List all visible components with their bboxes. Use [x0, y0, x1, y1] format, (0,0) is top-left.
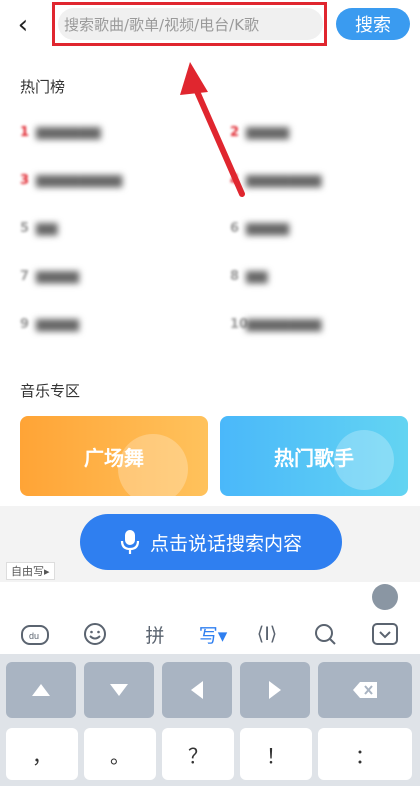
voice-button-label: 点击说话搜索内容 [149, 532, 302, 555]
microphone-icon [120, 530, 140, 554]
list-item[interactable]: 6 ▆▆▆▆ [230, 216, 420, 240]
back-icon[interactable]: ‹ [12, 10, 34, 40]
blurred-title: ▆▆▆▆▆▆▆ [246, 172, 322, 188]
rank-badge: 2 [230, 124, 240, 140]
svg-text:du: du [29, 631, 39, 641]
blurred-title: ▆▆▆▆▆▆▆ [246, 316, 322, 332]
card-label: 广场舞 [84, 445, 144, 470]
hot-list: 1 ▆▆▆▆▆▆ 2 ▆▆▆▆ 3 ▆▆▆▆▆▆▆▆ 4 ▆▆▆▆▆▆▆ 5 ▆▆ 6 ▆▆… [20, 120, 410, 360]
exclaim-key[interactable]: ！ [240, 728, 312, 780]
pinyin-key[interactable]: 拼 [136, 620, 174, 648]
blurred-title: ▆▆ [36, 220, 58, 236]
rank-badge: 9 [20, 316, 30, 332]
comma-key[interactable]: ， [6, 728, 78, 780]
search-button[interactable]: 搜索 [336, 8, 410, 40]
music-zone-title: 音乐专区 [20, 382, 81, 400]
hot-singer-card[interactable]: 热门歌手 [220, 416, 408, 496]
blurred-title: ▆▆▆▆▆▆▆▆ [36, 172, 123, 188]
blurred-title: ▆▆▆▆ [246, 220, 290, 236]
up-arrow-key[interactable] [6, 662, 76, 718]
down-arrow-key[interactable] [84, 662, 154, 718]
free-write-tag[interactable]: 自由写▸ [6, 562, 55, 580]
list-item[interactable]: 5 ▆▆ [20, 216, 210, 240]
right-arrow-key[interactable] [240, 662, 310, 718]
list-item[interactable]: 9 ▆▆▆▆ [20, 312, 210, 336]
collapse-keyboard-icon[interactable] [366, 620, 404, 648]
square-dance-card[interactable]: 广场舞 [20, 416, 208, 496]
list-item[interactable]: 3 ▆▆▆▆▆▆▆▆ [20, 168, 210, 192]
list-item[interactable]: 8 ▆▆ [230, 264, 420, 288]
list-item[interactable]: 10 ▆▆▆▆▆▆▆ [230, 312, 420, 336]
question-key[interactable]: ？ [162, 728, 234, 780]
period-key[interactable]: 。 [84, 728, 156, 780]
emoji-icon[interactable] [76, 620, 114, 648]
left-arrow-key[interactable] [162, 662, 232, 718]
blurred-title: ▆▆▆▆▆▆ [36, 124, 101, 140]
cursor-icon[interactable]: ⟨I⟩ [248, 620, 286, 648]
search-icon[interactable] [306, 620, 344, 648]
list-item[interactable]: 1 ▆▆▆▆▆▆ [20, 120, 210, 144]
blurred-title: ▆▆▆▆ [246, 124, 290, 140]
backspace-key[interactable] [318, 662, 412, 718]
rank-badge: 8 [230, 268, 240, 284]
assistant-icon[interactable] [372, 584, 398, 610]
list-item[interactable]: 4 ▆▆▆▆▆▆▆ [230, 168, 420, 192]
rank-badge: 10 [230, 316, 249, 332]
rank-badge: 1 [20, 124, 30, 140]
rank-badge: 3 [20, 172, 30, 188]
backspace-icon [353, 682, 377, 698]
blurred-title: ▆▆ [246, 268, 268, 284]
handwrite-key[interactable]: 写▾ [194, 620, 232, 648]
blurred-title: ▆▆▆▆ [36, 268, 80, 284]
rank-badge: 6 [230, 220, 240, 236]
hot-list-title: 热门榜 [20, 78, 66, 96]
rank-badge: 4 [230, 172, 240, 188]
colon-key[interactable]: ： [318, 728, 412, 780]
rank-badge: 5 [20, 220, 30, 236]
du-icon[interactable]: du [16, 620, 54, 648]
list-item[interactable]: 7 ▆▆▆▆ [20, 264, 210, 288]
blurred-title: ▆▆▆▆ [36, 316, 80, 332]
rank-badge: 7 [20, 268, 30, 284]
voice-search-button[interactable]: 点击说话搜索内容 [80, 514, 342, 570]
card-label: 热门歌手 [274, 445, 354, 470]
list-item[interactable]: 2 ▆▆▆▆ [230, 120, 420, 144]
